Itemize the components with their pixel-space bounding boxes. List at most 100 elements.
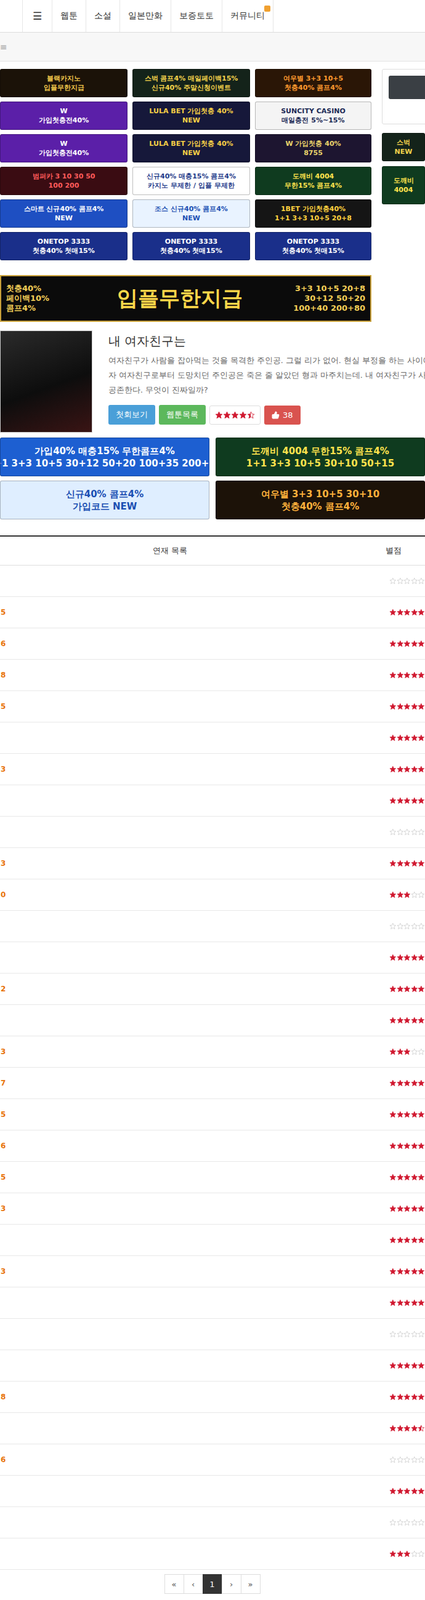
star-icon [389,1017,397,1025]
side-banner[interactable]: 도깨비4004 [381,166,425,205]
table-row[interactable] [0,911,425,944]
row-rating [389,860,425,868]
nav-item[interactable]: 보증토토 [170,0,222,33]
ad-banner[interactable]: W가입첫충전40% [0,134,128,163]
table-row[interactable]: 6 [0,628,425,661]
ad-banner[interactable]: W 가입첫충 40%8755 [255,134,372,163]
table-row[interactable]: 8 [0,660,425,692]
ad-banner[interactable]: 스마트 신규40% 콤프4%NEW [0,199,128,228]
table-row[interactable]: 5 [0,1162,425,1195]
promo-banner[interactable]: 여우별 3+3 10+5 30+10첫충40% 콤프4% [215,481,425,520]
action-button[interactable]: 웹툰목록 [158,405,206,425]
nav-badge [264,5,271,12]
table-row[interactable]: 3 [0,1037,425,1069]
star-icon [389,1237,397,1245]
table-row[interactable] [0,1508,425,1540]
page-button[interactable]: › [221,1575,242,1596]
table-row[interactable] [0,785,425,818]
star-icon [389,829,397,837]
table-row[interactable] [0,1414,425,1446]
ad-banner[interactable]: 블랙카지노입플무한지급 [0,68,128,98]
page-button[interactable]: ‹ [183,1575,204,1596]
menu-button[interactable]: ☰ [22,0,52,33]
table-row[interactable] [0,1005,425,1038]
row-rating [389,734,425,743]
ad-banner[interactable]: 신규40% 매충15% 콤프4%카지노 무제한 / 입플 무제한 [132,166,251,196]
ad-banner[interactable]: 도깨비 4004무한15% 콤프4% [255,166,372,196]
table-row[interactable] [0,1225,425,1258]
episode-mark: 3 [0,859,390,869]
nav-item[interactable]: 커뮤니티 [221,0,274,33]
side-column: 스벅NEW 도깨비4004 [381,68,425,261]
ad-banner[interactable]: 스벅 콤프4% 매일페이백15%신규40% 주말신청이벤트 [132,68,251,98]
nav-item[interactable]: 웹툰 [51,0,86,33]
star-icon [417,734,425,743]
table-row[interactable] [0,1539,425,1572]
table-row[interactable]: 3 [0,848,425,881]
table-row[interactable]: 7 [0,1068,425,1101]
page-button[interactable]: 1 [202,1575,223,1596]
wide-banner[interactable]: 첫충40%페이백10%콤프4%입플무한지급3+3 10+5 20+830+12 … [0,275,372,323]
table-row[interactable] [0,1477,425,1509]
table-row[interactable]: 0 [0,880,425,912]
ad-banner[interactable]: ONETOP 3333첫충40% 첫매15% [0,232,128,261]
list-icon[interactable]: ≡ [0,41,8,52]
star-icon [396,609,405,617]
table-row[interactable]: 5 [0,597,425,629]
star-icon [396,797,405,806]
table-row[interactable]: 6 [0,1131,425,1163]
ad-banner[interactable]: 조스 신규40% 콤프4%NEW [132,199,251,228]
row-rating [389,1394,425,1402]
action-button[interactable]: 첫회보기 [108,405,156,425]
star-icon [389,703,397,711]
star-icon [417,1300,425,1308]
nav-item[interactable]: 일본만화 [119,0,171,33]
like-button[interactable]: 38 [264,405,301,425]
episode-mark: 6 [0,1456,390,1466]
table-row[interactable] [0,566,425,598]
star-icon [389,954,397,963]
ad-banner[interactable]: 여우별 3+3 10+5첫충40% 콤프4% [255,68,372,98]
top-nav: ☰웹툰소설일본만화보증토토커뮤니티 [0,0,425,33]
promo-banner[interactable]: 신규40% 콤프4%가입코드 NEW [0,481,210,520]
ad-banner[interactable]: ONETOP 3333첫충40% 첫매15% [132,232,251,261]
star-icon [396,1048,405,1057]
table-row[interactable] [0,943,425,975]
ad-banner[interactable]: 범퍼카 3 10 30 50100 200 [0,166,128,196]
ad-banner[interactable]: SUNCITY CASINO매일충전 5%~15% [255,101,372,130]
promo-grid: 가입40% 매충15% 무한콤프4%1+1 3+3 10+5 30+12 50+… [0,437,425,520]
side-button[interactable] [388,75,425,100]
table-row[interactable] [0,817,425,849]
ad-banner[interactable]: 1BET 가입첫충40%1+1 3+3 10+5 20+8 [255,199,372,228]
star-icon [389,986,397,994]
ad-banner[interactable]: W가입첫충전40% [0,101,128,130]
page-button[interactable]: « [164,1575,185,1596]
table-row[interactable]: 5 [0,691,425,724]
table-row[interactable]: 6 [0,1445,425,1478]
star-icon [403,1143,411,1151]
table-row[interactable]: 3 [0,1194,425,1226]
star-icon [396,891,405,900]
table-row[interactable] [0,723,425,755]
promo-banner[interactable]: 가입40% 매충15% 무한콤프4%1+1 3+3 10+5 30+12 50+… [0,437,210,477]
table-row[interactable] [0,1288,425,1320]
side-banner[interactable]: 스벅NEW [381,133,425,162]
ad-banner[interactable]: LULA BET 가입첫충 40%NEW [132,101,251,130]
row-rating [389,1425,425,1434]
table-row[interactable] [0,1351,425,1383]
nav-item[interactable]: 소설 [85,0,120,33]
ad-banner[interactable]: ONETOP 3333첫충40% 첫매15% [255,232,372,261]
table-row[interactable]: 3 [0,1257,425,1289]
page-button[interactable]: » [240,1575,261,1596]
table-row[interactable]: 3 [0,754,425,786]
rating[interactable] [209,405,261,425]
table-row[interactable]: 2 [0,974,425,1006]
promo-banner[interactable]: 도깨비 4004 무한15% 콤프4%1+1 3+3 10+5 30+10 50… [215,437,425,477]
table-row[interactable]: 8 [0,1382,425,1415]
star-icon [403,1488,411,1497]
table-row[interactable]: 5 [0,1100,425,1132]
ad-banner[interactable]: LULA BET 가입첫충 40%NEW [132,134,251,163]
star-icon [417,1363,425,1371]
table-row[interactable] [0,1319,425,1352]
star-icon [410,1520,419,1528]
